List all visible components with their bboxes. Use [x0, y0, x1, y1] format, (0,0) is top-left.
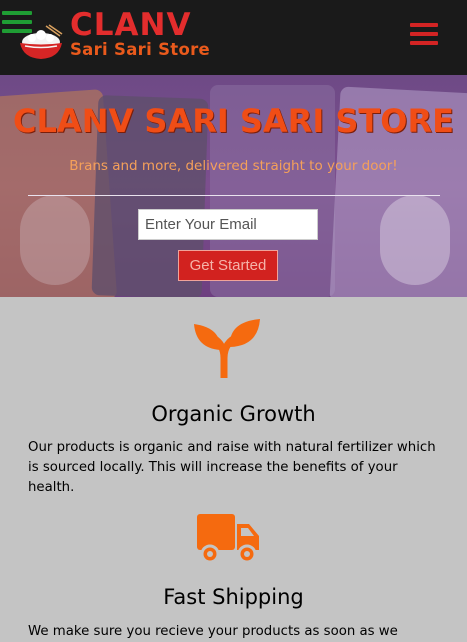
hero-banner: CLANV SARI SARI STORE Brans and more, de…	[0, 75, 467, 297]
hamburger-menu-icon[interactable]	[410, 21, 440, 47]
truck-icon	[197, 514, 259, 564]
feature-title: Organic Growth	[151, 402, 316, 426]
product-package-image	[380, 195, 450, 285]
hero-divider	[28, 195, 440, 196]
hero-subtitle: Brans and more, delivered straight to yo…	[69, 158, 398, 174]
navbar: CLANV Sari Sari Store	[0, 0, 467, 75]
email-input[interactable]	[138, 209, 318, 240]
product-package-image	[20, 195, 90, 285]
rice-bowl-logo-icon	[20, 24, 63, 59]
hero-title: CLANV SARI SARI STORE	[13, 102, 454, 140]
feature-title: Fast Shipping	[163, 585, 304, 609]
feature-description: We make sure you recieve your products a…	[28, 624, 398, 639]
sprout-icon	[194, 319, 260, 378]
brand-tagline[interactable]: Sari Sari Store	[70, 41, 210, 59]
feature-description: Our products is organic and raise with n…	[28, 440, 436, 495]
get-started-button[interactable]: Get Started	[178, 250, 278, 281]
brand-name[interactable]: CLANV	[70, 10, 191, 41]
